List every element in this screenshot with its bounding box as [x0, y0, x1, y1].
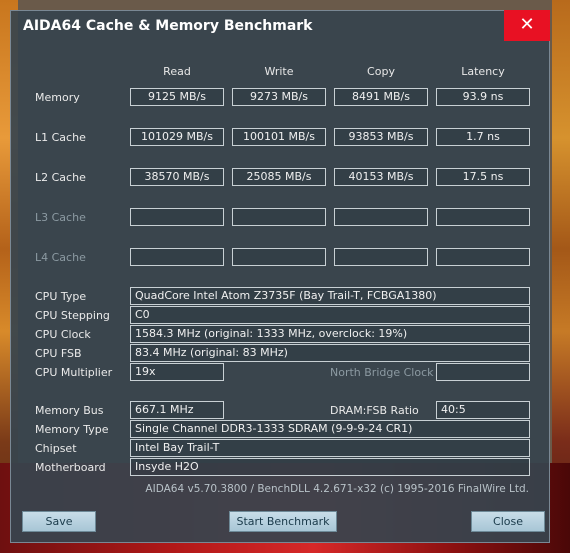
north-bridge-clock-value [436, 363, 530, 381]
l3-read [130, 208, 224, 226]
cpu-type-label: CPU Type [35, 290, 87, 303]
cpu-stepping-value: C0 [130, 306, 530, 324]
cpu-fsb-value: 83.4 MHz (original: 83 MHz) [130, 344, 530, 362]
cpu-stepping-label: CPU Stepping [35, 309, 110, 322]
row-label-l3: L3 Cache [35, 211, 86, 224]
save-button[interactable]: Save [22, 511, 96, 532]
l3-copy [334, 208, 428, 226]
cpu-multiplier-value: 19x [130, 363, 224, 381]
row-label-l2: L2 Cache [35, 171, 86, 184]
start-benchmark-button[interactable]: Start Benchmark [229, 511, 337, 532]
l2-read: 38570 MB/s [130, 168, 224, 186]
l4-write [232, 248, 326, 266]
l2-copy: 40153 MB/s [334, 168, 428, 186]
l1-read: 101029 MB/s [130, 128, 224, 146]
column-write: Write [264, 65, 294, 78]
column-copy: Copy [367, 65, 395, 78]
close-window-button[interactable]: ✕ [504, 10, 550, 41]
memory-copy: 8491 MB/s [334, 88, 428, 106]
row-label-l4: L4 Cache [35, 251, 86, 264]
l1-copy: 93853 MB/s [334, 128, 428, 146]
chipset-label: Chipset [35, 442, 77, 455]
close-button[interactable]: Close [471, 511, 545, 532]
cpu-multiplier-label: CPU Multiplier [35, 366, 113, 379]
row-label-memory: Memory [35, 91, 80, 104]
cpu-fsb-label: CPU FSB [35, 347, 82, 360]
l3-latency [436, 208, 530, 226]
column-read: Read [163, 65, 191, 78]
north-bridge-clock-label: North Bridge Clock [330, 366, 434, 379]
title-bar[interactable]: AIDA64 Cache & Memory Benchmark ✕ [11, 10, 550, 41]
benchmark-window: AIDA64 Cache & Memory Benchmark ✕ Read W… [10, 10, 550, 543]
l4-copy [334, 248, 428, 266]
memory-bus-value: 667.1 MHz [130, 401, 224, 419]
cpu-clock-value: 1584.3 MHz (original: 1333 MHz, overcloc… [130, 325, 530, 343]
row-label-l1: L1 Cache [35, 131, 86, 144]
version-footer: AIDA64 v5.70.3800 / BenchDLL 4.2.671-x32… [145, 483, 529, 495]
l4-latency [436, 248, 530, 266]
memory-read: 9125 MB/s [130, 88, 224, 106]
motherboard-label: Motherboard [35, 461, 106, 474]
l2-write: 25085 MB/s [232, 168, 326, 186]
dram-fsb-ratio-label: DRAM:FSB Ratio [330, 404, 419, 417]
motherboard-value: Insyde H2O [130, 458, 530, 476]
memory-latency: 93.9 ns [436, 88, 530, 106]
dram-fsb-ratio-value: 40:5 [436, 401, 530, 419]
l2-latency: 17.5 ns [436, 168, 530, 186]
chipset-value: Intel Bay Trail-T [130, 439, 530, 457]
memory-type-value: Single Channel DDR3-1333 SDRAM (9-9-9-24… [130, 420, 530, 438]
l3-write [232, 208, 326, 226]
cpu-clock-label: CPU Clock [35, 328, 91, 341]
cpu-type-value: QuadCore Intel Atom Z3735F (Bay Trail-T,… [130, 287, 530, 305]
l1-latency: 1.7 ns [436, 128, 530, 146]
memory-write: 9273 MB/s [232, 88, 326, 106]
memory-bus-label: Memory Bus [35, 404, 104, 417]
l1-write: 100101 MB/s [232, 128, 326, 146]
l4-read [130, 248, 224, 266]
close-icon: ✕ [519, 14, 535, 35]
window-title: AIDA64 Cache & Memory Benchmark [23, 18, 313, 34]
memory-type-label: Memory Type [35, 423, 109, 436]
column-latency: Latency [461, 65, 505, 78]
